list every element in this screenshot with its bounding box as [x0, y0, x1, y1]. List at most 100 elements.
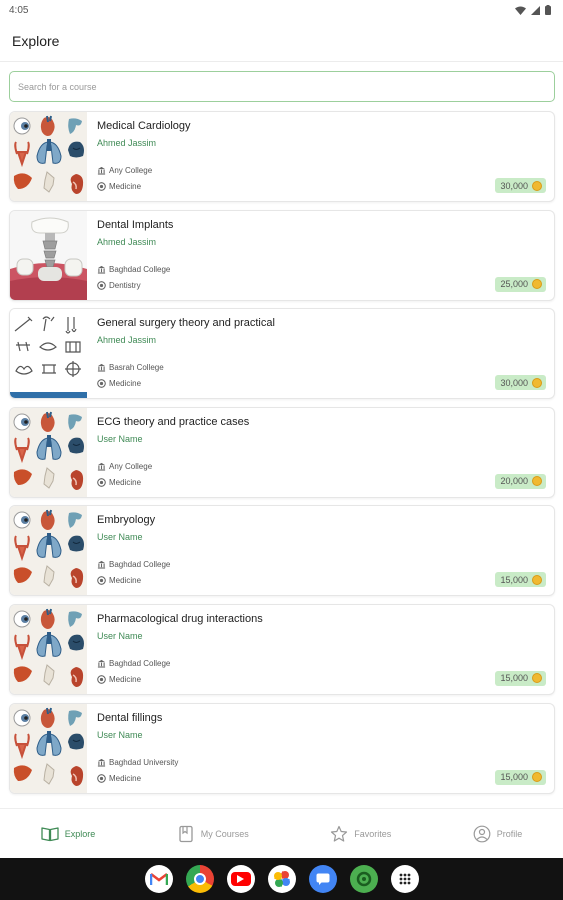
college-name: Baghdad University [109, 757, 179, 767]
price-value: 20,000 [500, 476, 528, 487]
course-department: Medicine [97, 675, 141, 684]
course-card[interactable]: General surgery theory and practical Ahm… [9, 308, 555, 400]
nav-my-courses[interactable]: My Courses [177, 825, 249, 843]
course-info: Dental Implants Ahmed Jassim Baghdad Col… [97, 211, 546, 300]
organs-illustration-icon [10, 604, 87, 694]
course-card[interactable]: Dental fillings User Name Baghdad Univer… [9, 702, 555, 794]
course-list: Medical Cardiology Ahmed Jassim Any Coll… [9, 111, 555, 801]
battery-icon [545, 5, 551, 15]
course-title: ECG theory and practice cases [97, 415, 250, 428]
search-input[interactable] [9, 71, 555, 102]
course-college: Baghdad University [97, 758, 178, 767]
organs-illustration-icon [10, 407, 87, 497]
course-card[interactable]: Pharmacological drug interactions User N… [9, 603, 555, 695]
department-name: Medicine [109, 773, 142, 783]
bottom-nav: Explore My Courses Favorites Profile [0, 808, 563, 858]
course-title: General surgery theory and practical [97, 317, 275, 330]
book-icon [179, 825, 193, 842]
course-department: Dentistry [97, 281, 141, 290]
coin-icon [532, 476, 542, 487]
college-name: Basrah College [109, 363, 164, 373]
course-author[interactable]: User Name [97, 631, 143, 641]
course-info: Embryology User Name Baghdad College Med… [97, 506, 546, 595]
college-name: Any College [109, 461, 153, 471]
gmail-icon[interactable] [144, 865, 173, 893]
course-info: Dental fillings User Name Baghdad Univer… [97, 704, 546, 793]
price-badge: 15,000 [495, 670, 546, 686]
price-badge: 15,000 [495, 572, 546, 588]
course-college: Baghdad College [97, 265, 170, 274]
nav-profile-label: Profile [496, 828, 523, 839]
course-department: Medicine [97, 182, 141, 191]
course-author[interactable]: User Name [97, 730, 143, 740]
nav-explore[interactable]: Explore [41, 825, 96, 843]
coin-icon [532, 180, 542, 191]
department-name: Dentistry [109, 280, 141, 290]
college-icon [97, 364, 106, 372]
college-icon [97, 462, 106, 471]
course-info: Medical Cardiology Ahmed Jassim Any Coll… [97, 112, 546, 201]
status-time: 4:05 [9, 4, 29, 16]
course-card[interactable]: Embryology User Name Baghdad College Med… [9, 505, 555, 597]
youtube-icon[interactable] [226, 865, 255, 893]
price-value: 15,000 [500, 574, 528, 585]
course-card[interactable]: Medical Cardiology Ahmed Jassim Any Coll… [9, 111, 555, 202]
price-badge: 25,000 [495, 276, 546, 292]
course-info: Pharmacological drug interactions User N… [97, 605, 546, 694]
price-value: 15,000 [500, 772, 528, 783]
nav-explore-label: Explore [64, 828, 96, 839]
nav-profile[interactable]: Profile [473, 825, 523, 843]
course-author[interactable]: Ahmed Jassim [97, 237, 156, 247]
wifi-icon [515, 6, 526, 15]
course-title: Medical Cardiology [97, 120, 191, 132]
price-badge: 15,000 [495, 769, 546, 785]
app-bar: Explore [0, 20, 563, 62]
course-department: Medicine [97, 774, 141, 783]
course-college: Baghdad College [97, 560, 170, 569]
course-college: Any College [97, 166, 152, 175]
department-icon [97, 675, 106, 684]
course-thumbnail [10, 604, 87, 694]
book-open-icon [41, 826, 59, 841]
college-name: Baghdad College [109, 658, 171, 668]
course-card[interactable]: ECG theory and practice cases User Name … [9, 406, 555, 498]
nav-favorites[interactable]: Favorites [330, 825, 391, 843]
status-icons [515, 5, 551, 15]
department-name: Medicine [109, 576, 142, 586]
course-thumbnail [10, 407, 87, 497]
course-title: Pharmacological drug interactions [97, 612, 263, 625]
price-badge: 30,000 [495, 375, 546, 391]
course-author[interactable]: User Name [97, 532, 143, 542]
price-badge: 20,000 [495, 473, 546, 489]
course-department: Medicine [97, 478, 141, 487]
college-icon [97, 659, 106, 668]
profile-icon [473, 825, 491, 842]
page-title: Explore [12, 32, 60, 49]
course-title: Embryology [97, 514, 156, 527]
course-author[interactable]: Ahmed Jassim [97, 138, 156, 148]
college-name: Any College [109, 166, 153, 175]
app-dock [0, 858, 563, 900]
college-name: Baghdad College [109, 264, 171, 274]
department-icon [97, 182, 106, 191]
dental-implant-illustration-icon [10, 210, 87, 300]
app-drawer-icon[interactable] [390, 865, 419, 893]
course-card[interactable]: Dental Implants Ahmed Jassim Baghdad Col… [9, 209, 555, 301]
department-name: Medicine [109, 674, 142, 684]
department-name: Medicine [109, 477, 142, 487]
course-info: General surgery theory and practical Ahm… [97, 309, 546, 398]
chrome-icon[interactable] [185, 865, 214, 893]
app-icon[interactable] [349, 865, 378, 893]
course-title: Dental Implants [97, 218, 174, 231]
college-icon [97, 561, 106, 569]
course-author[interactable]: User Name [97, 434, 143, 444]
department-icon [97, 477, 106, 487]
messages-icon[interactable] [308, 865, 337, 893]
nav-my-courses-label: My Courses [200, 828, 249, 839]
price-value: 15,000 [500, 673, 528, 684]
course-author[interactable]: Ahmed Jassim [97, 335, 156, 345]
signal-icon [531, 5, 540, 15]
department-icon [97, 773, 106, 783]
department-icon [97, 576, 106, 586]
photos-icon[interactable] [267, 865, 296, 893]
